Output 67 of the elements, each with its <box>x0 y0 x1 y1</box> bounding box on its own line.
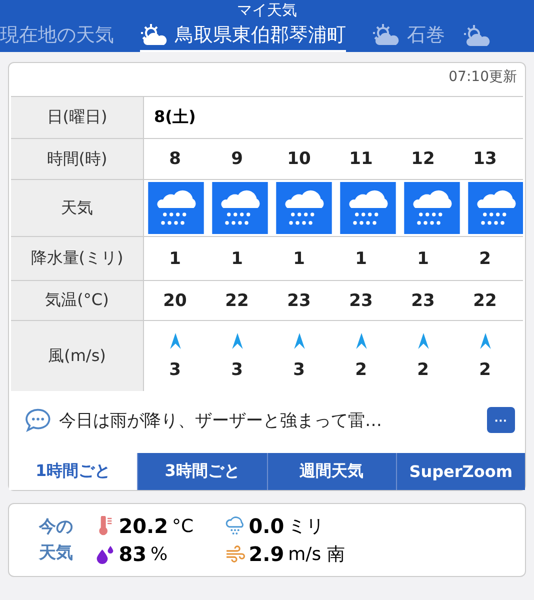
precipitation-cell-text: 1 <box>230 248 244 270</box>
hour-cell-text: 12 <box>410 148 436 171</box>
temperature-cell-text: 20 <box>162 290 188 312</box>
range-tab[interactable]: 週間天気 <box>266 453 396 490</box>
temperature-cell-text: 23 <box>410 290 436 312</box>
wind-arrow-icon <box>170 332 180 348</box>
row-header: 降水量(ミリ) <box>11 237 144 280</box>
row-header: 気温(°C) <box>11 281 144 320</box>
wind-unit: m/s 南 <box>288 543 345 566</box>
wind-speed: 2 <box>355 360 367 380</box>
updated-time: 07:10更新 <box>448 69 517 85</box>
temperature-cell-text: 23 <box>348 290 374 312</box>
rain-cloud-icon <box>402 182 462 234</box>
hour-cell-text: 9 <box>230 148 244 171</box>
speech-bubble-icon <box>25 408 51 432</box>
temperature-cell-text: 23 <box>286 290 312 312</box>
row-header: 天気 <box>11 180 144 236</box>
precipitation-cell-text: 1 <box>354 248 368 270</box>
wind-value: 2.9 <box>248 542 284 566</box>
range-tab[interactable]: 3時間ごと <box>137 453 266 490</box>
rain-cloud-icon <box>210 182 270 234</box>
wind-icon <box>224 544 245 564</box>
humidity-value: 83 <box>118 542 147 566</box>
hour-cell-text: 10 <box>286 148 312 171</box>
precipitation-cell-text: 1 <box>416 248 430 270</box>
rain-cloud-icon <box>224 516 245 536</box>
more-button[interactable]: ··· <box>487 407 515 433</box>
wind-speed: 2 <box>417 360 429 380</box>
wind-speed: 2 <box>479 360 491 380</box>
hour-cell-text: 13 <box>472 148 498 171</box>
temperature-cell-text: 22 <box>224 290 250 312</box>
rain-cloud-icon <box>466 182 523 234</box>
location-tab[interactable]: 鳥取県東伯郡琴浦町 <box>140 20 346 52</box>
wind-speed: 3 <box>231 360 243 380</box>
rain-cloud-icon <box>274 182 334 234</box>
rainfall-unit: ミリ <box>288 515 324 538</box>
temperature-value: 20.2 <box>118 514 168 538</box>
screen-title: マイ天気 <box>236 0 298 20</box>
rainfall-value: 0.0 <box>248 514 284 538</box>
temperature-unit: °C <box>172 516 194 536</box>
rain-cloud-icon <box>338 182 398 234</box>
wind-arrow-icon <box>356 332 366 348</box>
wind-arrow-icon <box>418 332 428 348</box>
precipitation-cell-text: 1 <box>292 248 306 270</box>
row-header: 時間(時) <box>11 139 144 179</box>
range-tab[interactable]: SuperZoom <box>396 453 525 490</box>
forecast-comment: 今日は雨が降り、ザーザーと強まって雷… <box>59 410 383 432</box>
location-tab[interactable]: 石巻 <box>372 20 445 52</box>
wind-speed: 3 <box>169 360 181 380</box>
row-header: 日(曜日) <box>11 97 144 138</box>
wind-arrow-icon <box>480 332 490 348</box>
hour-cell-text: 8 <box>168 148 182 171</box>
day-cell-text: 8(土) <box>153 106 196 128</box>
precipitation-cell-text: 2 <box>478 248 492 270</box>
wind-speed: 3 <box>293 360 305 380</box>
row-header: 風(m/s) <box>11 321 144 391</box>
wind-arrow-icon <box>232 332 242 348</box>
precipitation-cell-text: 1 <box>168 248 182 270</box>
hour-cell-text: 11 <box>348 148 374 171</box>
temperature-cell-text: 22 <box>472 290 498 312</box>
humidity-unit: % <box>150 544 168 564</box>
current-weather-label: 今の天気 <box>39 516 74 565</box>
location-tab[interactable]: 現在地の天気 <box>0 20 114 52</box>
wind-arrow-icon <box>294 332 304 348</box>
humidity-icon <box>94 544 115 564</box>
range-tab[interactable]: 1時間ごと <box>9 453 138 490</box>
rain-cloud-icon <box>146 182 206 234</box>
